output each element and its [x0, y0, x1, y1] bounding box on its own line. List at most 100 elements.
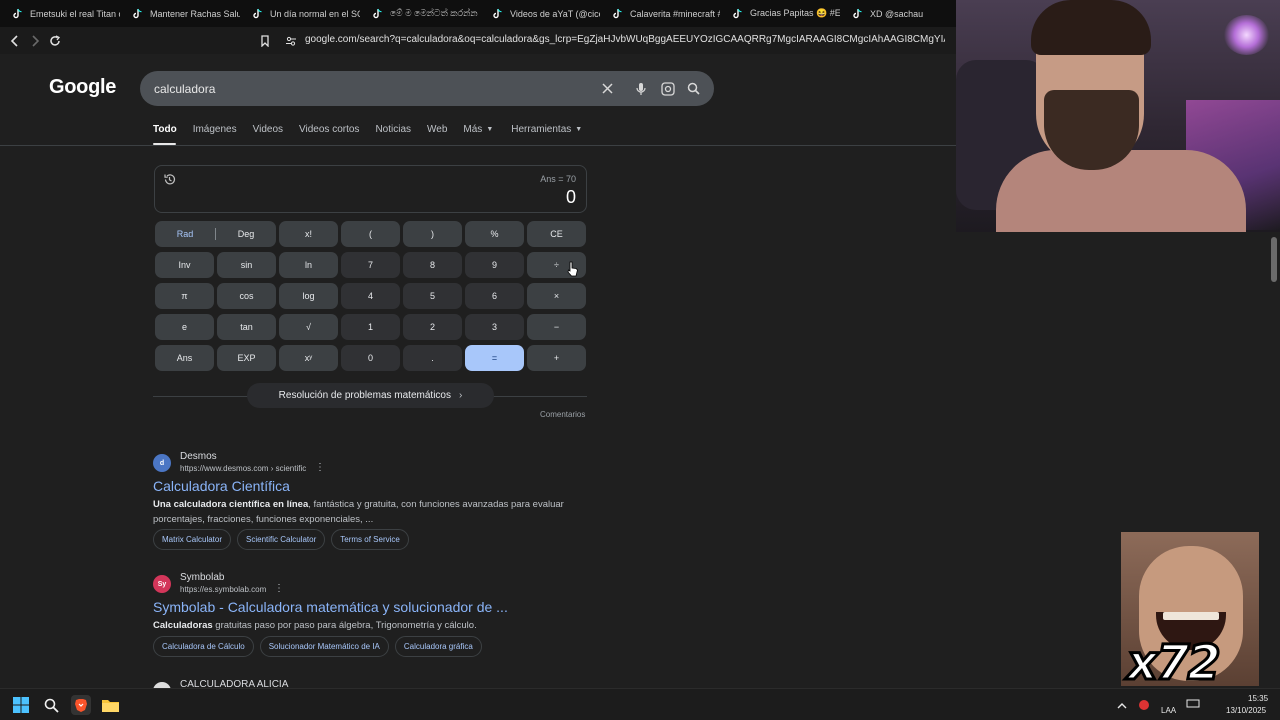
key-7[interactable]: 7 [341, 252, 400, 278]
browser-tab[interactable]: Mantener Rachas Saludab [120, 0, 240, 27]
tab-videos[interactable]: Videos [253, 124, 283, 135]
key-2[interactable]: 2 [403, 314, 462, 340]
key-ans[interactable]: Ans [155, 345, 214, 371]
app-tray-icon[interactable] [1135, 696, 1153, 714]
browser-tab[interactable]: Calaverita #minecraft #Ar [600, 0, 720, 27]
key-sin[interactable]: sin [217, 252, 276, 278]
search-box[interactable]: calculadora [140, 71, 714, 106]
browser-tab[interactable]: Videos de aYaT (@cicem.u [480, 0, 600, 27]
key-symbol[interactable]: − [527, 314, 586, 340]
result-site-name[interactable]: Symbolab [180, 572, 224, 583]
key-symbol[interactable]: x! [279, 221, 338, 247]
meme-counter: x72 [1126, 634, 1223, 687]
tab-imágenes[interactable]: Imágenes [193, 124, 237, 135]
key-symbol[interactable]: . [403, 345, 462, 371]
key-cos[interactable]: cos [217, 283, 276, 309]
google-logo[interactable]: Google [49, 76, 116, 99]
tab-más[interactable]: Más ▼ [463, 124, 493, 135]
back-icon[interactable] [6, 32, 23, 49]
key-symbol[interactable]: × [527, 283, 586, 309]
result-url[interactable]: https://www.desmos.com › scientific [180, 464, 306, 473]
search-input[interactable]: calculadora [154, 82, 215, 96]
key-8[interactable]: 8 [403, 252, 462, 278]
key-0[interactable]: 0 [341, 345, 400, 371]
key-log[interactable]: log [279, 283, 338, 309]
key-4[interactable]: 4 [341, 283, 400, 309]
sitelink-chip[interactable]: Solucionador Matemático de IA [259, 636, 389, 657]
reload-icon[interactable] [46, 32, 63, 49]
feedback-link[interactable]: Comentarios [540, 410, 585, 419]
favicon-icon[interactable]: Sy [153, 575, 171, 593]
math-solver-button[interactable]: Resolución de problemas matemáticos › [247, 383, 494, 408]
microphone-icon[interactable] [632, 80, 649, 97]
forward-icon[interactable] [26, 32, 43, 49]
url-field[interactable]: google.com/search?q=calculadora&oq=calcu… [305, 34, 945, 45]
sitelink-chip[interactable]: Terms of Service [331, 529, 409, 550]
result-title-link[interactable]: Calculadora Científica [153, 478, 290, 494]
key-tan[interactable]: tan [217, 314, 276, 340]
result-site-name[interactable]: Desmos [180, 451, 217, 462]
sitelink-chip[interactable]: Scientific Calculator [237, 529, 326, 550]
browser-tab[interactable]: මේ ම මෙන්ටත් කරන්න [360, 0, 480, 27]
calculator-display: Ans = 70 0 [154, 165, 587, 213]
brave-browser-icon[interactable] [71, 695, 91, 715]
angle-mode-toggle[interactable]: Rad Deg [155, 221, 276, 247]
tab-todo[interactable]: Todo [153, 124, 177, 135]
key-5[interactable]: 5 [403, 283, 462, 309]
favicon-icon[interactable]: d [153, 454, 171, 472]
key-symbol[interactable]: % [465, 221, 524, 247]
key-inv[interactable]: Inv [155, 252, 214, 278]
result-url[interactable]: https://es.symbolab.com [180, 585, 266, 594]
lens-icon[interactable] [659, 80, 676, 97]
clear-icon[interactable] [599, 80, 616, 97]
tab-web[interactable]: Web [427, 124, 447, 135]
key-symbol[interactable]: ) [403, 221, 462, 247]
scrollbar-thumb[interactable] [1271, 237, 1277, 282]
browser-tab[interactable]: Emetsuki el real Titan carg [0, 0, 120, 27]
result-snippet: Calculadoras gratuitas paso por paso par… [153, 618, 583, 633]
file-explorer-icon[interactable] [101, 696, 119, 714]
network-icon[interactable] [1184, 694, 1202, 712]
key-ce[interactable]: CE [527, 221, 586, 247]
key-symbol[interactable]: + [527, 345, 586, 371]
search-taskbar-icon[interactable] [42, 696, 60, 714]
key-symbol[interactable]: √ [279, 314, 338, 340]
chevron-up-icon[interactable] [1113, 696, 1131, 714]
key-e[interactable]: e [155, 314, 214, 340]
key-symbol[interactable]: ( [341, 221, 400, 247]
key-symbol[interactable]: xʸ [279, 345, 338, 371]
tab-label: Noticias [375, 124, 412, 135]
deg-option[interactable]: Deg [216, 229, 276, 239]
rad-option[interactable]: Rad [155, 229, 215, 239]
browser-tab[interactable]: XD @sachau [840, 0, 960, 27]
bookmark-icon[interactable] [256, 32, 273, 49]
key-9[interactable]: 9 [465, 252, 524, 278]
key-6[interactable]: 6 [465, 283, 524, 309]
key-symbol[interactable]: = [465, 345, 524, 371]
key-exp[interactable]: EXP [217, 345, 276, 371]
key-symbol[interactable]: π [155, 283, 214, 309]
tab-videos-cortos[interactable]: Videos cortos [299, 124, 359, 135]
tab-herramientas[interactable]: Herramientas ▼ [511, 124, 582, 135]
browser-tab[interactable]: Un día normal en el SOFA [240, 0, 360, 27]
sitelink-chip[interactable]: Matrix Calculator [153, 529, 232, 550]
windows-start-icon[interactable] [12, 696, 30, 714]
tab-noticias[interactable]: Noticias [375, 124, 411, 135]
clock-date[interactable]: 13/10/2025 [1226, 706, 1266, 715]
key-3[interactable]: 3 [465, 314, 524, 340]
tiktok-icon [252, 8, 263, 19]
site-info-icon[interactable] [282, 32, 299, 49]
browser-tab[interactable]: Gracias Papitas 😆 #Emet [720, 0, 840, 27]
history-icon[interactable] [163, 173, 177, 187]
sitelink-chip[interactable]: Calculadora gráfica [394, 636, 482, 657]
language-indicator[interactable]: LAA [1161, 706, 1176, 715]
search-icon[interactable] [685, 80, 702, 97]
result-title-link[interactable]: Symbolab - Calculadora matemática y solu… [153, 599, 508, 615]
more-options-icon[interactable]: ⋮ [315, 462, 325, 473]
clock-time[interactable]: 15:35 [1248, 694, 1268, 703]
key-1[interactable]: 1 [341, 314, 400, 340]
sitelink-chip[interactable]: Calculadora de Cálculo [153, 636, 254, 657]
more-options-icon[interactable]: ⋮ [274, 583, 284, 594]
chevron-right-icon: › [458, 390, 463, 401]
key-ln[interactable]: ln [279, 252, 338, 278]
